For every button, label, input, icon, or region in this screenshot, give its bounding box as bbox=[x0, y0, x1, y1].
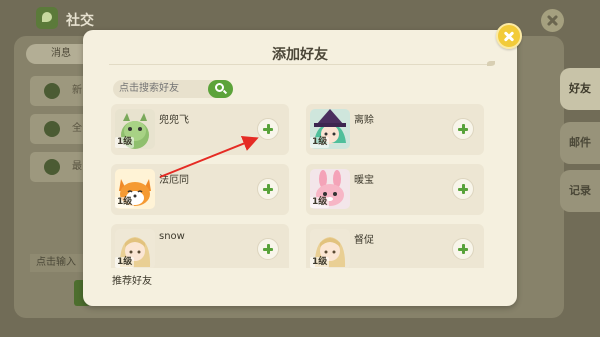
row-label: 最 bbox=[72, 161, 82, 172]
add-friend-button[interactable] bbox=[257, 118, 279, 140]
friend-suggestion-list[interactable]: 1级 兜兜飞 1级 离赊 1级 法厄同 1级 暖宝 1级 snow 1级 督促 bbox=[111, 104, 484, 268]
background-row: 新 bbox=[30, 76, 90, 106]
background-row: 全 bbox=[30, 114, 90, 144]
plus-icon bbox=[44, 83, 60, 99]
search-button[interactable] bbox=[208, 80, 233, 98]
friend-search-input[interactable] bbox=[119, 80, 211, 98]
level-label: 1级 bbox=[310, 197, 330, 208]
row-label: 全 bbox=[72, 123, 82, 134]
side-tab-friends: 好友 bbox=[560, 68, 600, 110]
side-tab-records: 记录 bbox=[560, 170, 600, 212]
close-dialog-button[interactable] bbox=[496, 23, 522, 49]
row-label: 新 bbox=[72, 85, 82, 96]
friend-card: 1级 snow bbox=[111, 224, 289, 268]
add-friend-button[interactable] bbox=[452, 118, 474, 140]
friend-name: snow bbox=[159, 231, 185, 242]
friend-card: 1级 法厄同 bbox=[111, 164, 289, 215]
friend-search-bar bbox=[113, 80, 233, 98]
background-list: 新 全 最 bbox=[30, 76, 90, 190]
background-chat-input: 点击输入 bbox=[30, 254, 90, 272]
app-title: 社交 bbox=[66, 13, 94, 29]
level-label: 1级 bbox=[310, 137, 330, 148]
friend-card: 1级 离赊 bbox=[306, 104, 484, 155]
recommend-friends-label: 推荐好友 bbox=[112, 276, 152, 287]
add-friend-button[interactable] bbox=[257, 178, 279, 200]
level-label: 1级 bbox=[310, 257, 330, 268]
arrow-icon bbox=[44, 159, 60, 175]
add-friend-button[interactable] bbox=[257, 238, 279, 260]
friend-card: 1级 暖宝 bbox=[306, 164, 484, 215]
title-divider bbox=[109, 64, 491, 65]
friend-card: 1级 兜兜飞 bbox=[111, 104, 289, 155]
leaf-decoration-icon bbox=[487, 61, 495, 66]
background-row: 最 bbox=[30, 152, 90, 182]
add-friend-button[interactable] bbox=[452, 238, 474, 260]
friend-name: 离赊 bbox=[354, 115, 374, 126]
level-label: 1级 bbox=[115, 137, 135, 148]
friend-name: 兜兜飞 bbox=[159, 115, 189, 126]
friend-card: 1级 督促 bbox=[306, 224, 484, 268]
level-label: 1级 bbox=[115, 197, 135, 208]
side-tab-mail: 邮件 bbox=[560, 122, 600, 164]
dialog-title: 添加好友 bbox=[272, 47, 328, 63]
app-logo-icon bbox=[36, 7, 58, 29]
friend-name: 法厄同 bbox=[159, 175, 189, 186]
friend-name: 暖宝 bbox=[354, 175, 374, 186]
add-friend-button[interactable] bbox=[452, 178, 474, 200]
level-label: 1级 bbox=[115, 257, 135, 268]
arrow-icon bbox=[44, 121, 60, 137]
friend-name: 督促 bbox=[354, 235, 374, 246]
background-close-icon bbox=[541, 9, 564, 32]
